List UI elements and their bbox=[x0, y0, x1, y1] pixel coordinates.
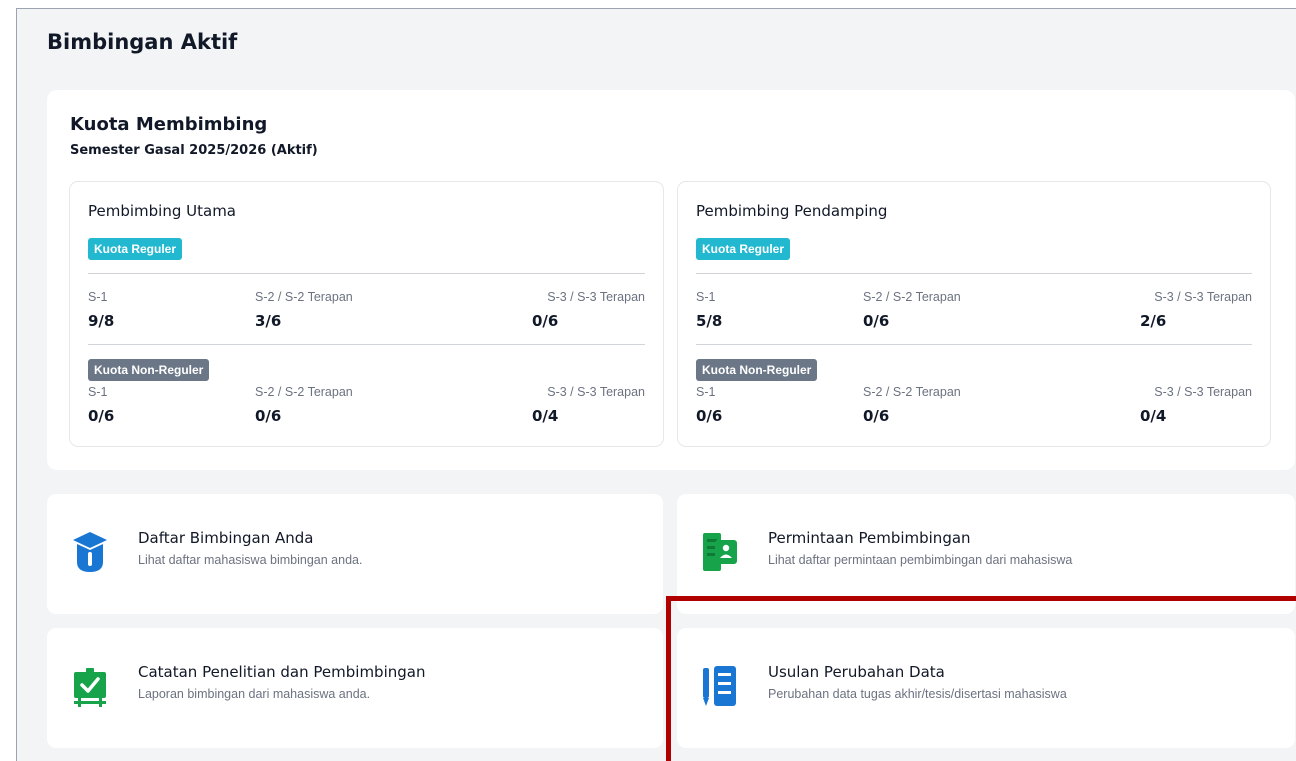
quota-value-s3: 0/4 bbox=[532, 407, 559, 425]
quota-title: Kuota Membimbing bbox=[70, 114, 268, 135]
menu-title: Usulan Perubahan Data bbox=[768, 663, 945, 681]
menu-card-catatan-penelitian[interactable]: Catatan Penelitian dan Pembimbingan Lapo… bbox=[47, 628, 663, 748]
menu-desc: Lihat daftar mahasiswa bimbingan anda. bbox=[138, 553, 363, 567]
quota-value-s2: 0/6 bbox=[863, 312, 890, 330]
edit-document-icon bbox=[703, 666, 736, 706]
quota-semester: Semester Gasal 2025/2026 (Aktif) bbox=[70, 143, 318, 158]
divider bbox=[696, 273, 1252, 274]
panel-pembimbing-utama: Pembimbing Utama Kuota Reguler S-1 9/8 S… bbox=[69, 181, 664, 447]
quota-label-s2: S-2 / S-2 Terapan bbox=[255, 385, 353, 399]
menu-title: Daftar Bimbingan Anda bbox=[138, 529, 314, 547]
quota-label-s1: S-1 bbox=[88, 290, 108, 304]
quota-label-s3: S-3 / S-3 Terapan bbox=[1154, 290, 1252, 304]
menu-desc: Perubahan data tugas akhir/tesis/diserta… bbox=[768, 687, 1067, 701]
panel-title: Pembimbing Pendamping bbox=[696, 202, 888, 220]
menu-card-usulan-perubahan-data[interactable]: Usulan Perubahan Data Perubahan data tug… bbox=[677, 628, 1295, 748]
divider bbox=[88, 273, 645, 274]
badge-kuota-non-reguler: Kuota Non-Reguler bbox=[696, 359, 818, 381]
menu-title: Permintaan Pembimbingan bbox=[768, 529, 971, 547]
badge-kuota-reguler: Kuota Reguler bbox=[696, 238, 791, 260]
panel-title: Pembimbing Utama bbox=[88, 202, 236, 220]
quota-value-s3: 0/4 bbox=[1140, 407, 1167, 425]
divider bbox=[88, 344, 645, 345]
quota-label-s1: S-1 bbox=[696, 290, 716, 304]
menu-card-permintaan-pembimbingan[interactable]: Permintaan Pembimbingan Lihat daftar per… bbox=[677, 494, 1295, 614]
quota-label-s3: S-3 / S-3 Terapan bbox=[547, 385, 645, 399]
quota-label-s2: S-2 / S-2 Terapan bbox=[255, 290, 353, 304]
menu-title: Catatan Penelitian dan Pembimbingan bbox=[138, 663, 426, 681]
quota-value-s2: 0/6 bbox=[255, 407, 282, 425]
panel-pembimbing-pendamping: Pembimbing Pendamping Kuota Reguler S-1 … bbox=[677, 181, 1271, 447]
quota-label-s2: S-2 / S-2 Terapan bbox=[863, 385, 961, 399]
quota-label-s2: S-2 / S-2 Terapan bbox=[863, 290, 961, 304]
quota-value-s2: 3/6 bbox=[255, 312, 282, 330]
quota-card: Kuota Membimbing Semester Gasal 2025/202… bbox=[47, 90, 1295, 470]
quota-value-s1: 0/6 bbox=[88, 407, 115, 425]
page-title: Bimbingan Aktif bbox=[47, 30, 238, 54]
presentation-board-icon bbox=[74, 668, 106, 707]
menu-desc: Laporan bimbingan dari mahasiswa anda. bbox=[138, 687, 371, 701]
menu-card-daftar-bimbingan[interactable]: Daftar Bimbingan Anda Lihat daftar mahas… bbox=[47, 494, 663, 614]
quota-value-s1: 5/8 bbox=[696, 312, 723, 330]
quota-value-s2: 0/6 bbox=[863, 407, 890, 425]
graduation-cap-icon bbox=[73, 532, 107, 572]
badge-kuota-non-reguler: Kuota Non-Reguler bbox=[88, 359, 210, 381]
quota-label-s1: S-1 bbox=[88, 385, 108, 399]
quota-value-s1: 0/6 bbox=[696, 407, 723, 425]
badge-kuota-reguler: Kuota Reguler bbox=[88, 238, 183, 260]
quota-label-s3: S-3 / S-3 Terapan bbox=[1154, 385, 1252, 399]
divider bbox=[696, 344, 1252, 345]
quota-label-s1: S-1 bbox=[696, 385, 716, 399]
student-request-icon bbox=[703, 533, 737, 571]
quota-value-s3: 0/6 bbox=[532, 312, 559, 330]
quota-value-s1: 9/8 bbox=[88, 312, 115, 330]
quota-value-s3: 2/6 bbox=[1140, 312, 1167, 330]
menu-desc: Lihat daftar permintaan pembimbingan dar… bbox=[768, 553, 1073, 567]
quota-label-s3: S-3 / S-3 Terapan bbox=[547, 290, 645, 304]
